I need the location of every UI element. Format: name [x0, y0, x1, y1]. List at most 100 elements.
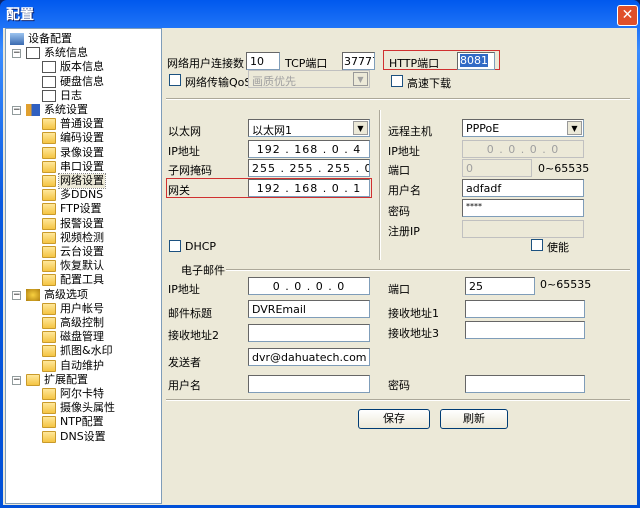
- sender-input[interactable]: dvr@dahuatech.com: [248, 348, 370, 366]
- dhcp-label: DHCP: [185, 240, 217, 253]
- tree-item[interactable]: 报警设置: [6, 217, 156, 231]
- http-port-input[interactable]: 8081: [460, 54, 488, 67]
- email-password-label: 密码: [388, 379, 410, 392]
- pppoe-ip-input[interactable]: 0 . 0 . 0 . 0: [462, 140, 584, 158]
- ip-input[interactable]: 192 . 168 . 0 . 4: [248, 140, 370, 158]
- tree-item[interactable]: 网络设置: [6, 173, 156, 189]
- tree-item[interactable]: 录像设置: [6, 146, 156, 160]
- tree-item[interactable]: 抓图&水印: [6, 344, 156, 358]
- document-icon: [26, 47, 40, 60]
- tree-item[interactable]: − 扩展配置: [6, 373, 156, 387]
- tree-item[interactable]: 磁盘管理: [6, 330, 156, 344]
- tree-item-label: 编码设置: [60, 131, 104, 145]
- tree-item[interactable]: − 系统信息: [6, 46, 156, 60]
- email-password-input[interactable]: [465, 375, 585, 393]
- subject-input[interactable]: DVREmail: [248, 300, 370, 318]
- folder-icon: [42, 146, 56, 159]
- tree-item[interactable]: 编码设置: [6, 131, 156, 145]
- collapse-icon[interactable]: −: [12, 375, 21, 385]
- tree-item[interactable]: 版本信息: [6, 60, 156, 74]
- pppoe-ip-label: IP地址: [388, 145, 420, 158]
- tree-item[interactable]: 高级控制: [6, 316, 156, 330]
- tree-item[interactable]: 日志: [6, 89, 156, 103]
- gateway-input[interactable]: 192 . 168 . 0 . 1: [248, 179, 370, 197]
- tree-item-label: 版本信息: [60, 60, 104, 74]
- tree-item[interactable]: FTP设置: [6, 202, 156, 216]
- document-icon: [42, 89, 56, 102]
- tree-item-label: 阿尔卡特: [60, 387, 104, 400]
- receiver1-input[interactable]: [465, 300, 585, 318]
- receiver2-input[interactable]: [248, 324, 370, 342]
- tree-item[interactable]: NTP配置: [6, 415, 156, 429]
- collapse-icon[interactable]: −: [12, 49, 21, 59]
- email-port-input[interactable]: 25: [465, 277, 535, 295]
- divider: [379, 110, 381, 260]
- tree-item[interactable]: 普通设置: [6, 117, 156, 131]
- email-divider: [226, 269, 630, 271]
- folder-icon: [42, 402, 56, 415]
- tcp-port-input[interactable]: 37777: [342, 52, 375, 70]
- tree-item[interactable]: 恢复默认: [6, 259, 156, 273]
- max-conn-input[interactable]: 10: [246, 52, 280, 70]
- tree-item[interactable]: 多DDNS: [6, 188, 156, 202]
- tree-item[interactable]: − 系统设置: [6, 103, 156, 117]
- chevron-down-icon: ▼: [353, 121, 368, 135]
- tree-item-label: 高级控制: [60, 316, 104, 329]
- tree-item[interactable]: 自动维护: [6, 359, 156, 373]
- folder-icon: [42, 331, 56, 344]
- ip-label: IP地址: [168, 145, 200, 158]
- pppoe-port-input[interactable]: 0: [462, 159, 532, 177]
- folder-icon: [42, 189, 56, 202]
- qos-checkbox[interactable]: [169, 74, 181, 86]
- collapse-icon[interactable]: −: [12, 290, 21, 300]
- tree-item[interactable]: − 高级选项: [6, 288, 156, 302]
- tree-item-label: 设备配置: [28, 32, 72, 45]
- dhcp-checkbox[interactable]: [169, 240, 181, 252]
- email-section-label: 电子邮件: [181, 264, 225, 277]
- save-button[interactable]: 保存: [358, 409, 430, 429]
- receiver3-label: 接收地址3: [388, 327, 439, 340]
- folder-icon: [42, 274, 56, 287]
- pppoe-user-input[interactable]: adfadf: [462, 179, 584, 197]
- folder-icon: [26, 373, 40, 386]
- tree-item[interactable]: 设备配置: [6, 32, 156, 46]
- tree-item[interactable]: 配置工具: [6, 273, 156, 287]
- tree-item[interactable]: 摄像头属性: [6, 401, 156, 415]
- tree-item[interactable]: 云台设置: [6, 245, 156, 259]
- enable-checkbox[interactable]: [531, 239, 543, 251]
- enable-label: 使能: [547, 241, 569, 254]
- tree-item[interactable]: DNS设置: [6, 430, 156, 444]
- config-window: 配置 ✕ 设备配置 − 系统信息 版本信息 硬盘信息 日志 − 系统设置 普通设置 编码设置 录像设…: [0, 0, 640, 508]
- pppoe-port-label: 端口: [388, 164, 410, 177]
- ethernet-value: 以太网1: [252, 124, 292, 137]
- register-ip-input[interactable]: [462, 220, 584, 238]
- email-user-input[interactable]: [248, 375, 370, 393]
- tree-item[interactable]: 硬盘信息: [6, 75, 156, 89]
- tree-item[interactable]: 阿尔卡特: [6, 387, 156, 401]
- folder-icon: [42, 246, 56, 258]
- receiver2-label: 接收地址2: [168, 329, 219, 342]
- tree-item[interactable]: 用户帐号: [6, 302, 156, 316]
- folder-icon: [42, 430, 56, 443]
- remote-host-label: 远程主机: [388, 125, 432, 138]
- email-ip-input[interactable]: 0 . 0 . 0 . 0: [248, 277, 370, 295]
- tree-item-label: 扩展配置: [44, 372, 88, 386]
- close-icon[interactable]: ✕: [617, 5, 638, 26]
- chevron-down-icon: ▼: [353, 72, 368, 86]
- remote-host-select[interactable]: PPPoE ▼: [462, 119, 584, 137]
- tree-item[interactable]: 串口设置: [6, 160, 156, 174]
- qos-select[interactable]: 画质优先 ▼: [248, 70, 370, 88]
- email-ip-label: IP地址: [168, 283, 200, 296]
- max-conn-label: 网络用户连接数: [167, 57, 244, 70]
- tree-item-label: 报警设置: [60, 216, 104, 230]
- remote-host-value: PPPoE: [466, 122, 500, 135]
- tree-item[interactable]: 视频检测: [6, 231, 156, 245]
- receiver3-input[interactable]: [465, 321, 585, 339]
- ethernet-select[interactable]: 以太网1 ▼: [248, 119, 370, 137]
- pppoe-password-input[interactable]: ****: [462, 199, 584, 217]
- mask-input[interactable]: 255 . 255 . 255 . 0: [248, 159, 370, 177]
- collapse-icon[interactable]: −: [12, 106, 21, 115]
- fast-download-checkbox[interactable]: [391, 75, 403, 87]
- refresh-button[interactable]: 刷新: [440, 409, 508, 429]
- pppoe-password-label: 密码: [388, 205, 410, 218]
